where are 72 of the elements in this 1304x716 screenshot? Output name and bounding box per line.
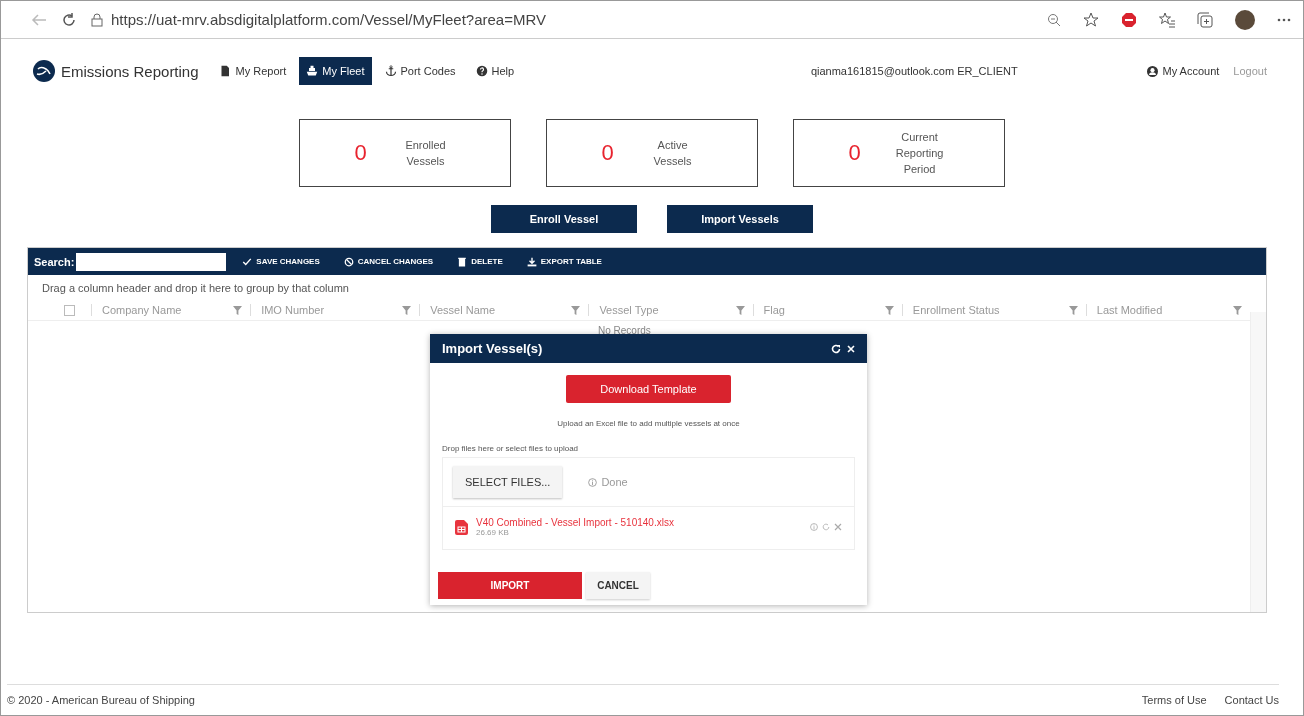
info-icon[interactable]	[810, 523, 818, 531]
toolbar-button[interactable]: SAVE CHANGES	[242, 256, 320, 267]
retry-icon[interactable]	[822, 523, 830, 531]
back-arrow-icon[interactable]	[31, 12, 47, 27]
download-icon	[526, 256, 537, 267]
nav-tab[interactable]: Port Codes	[377, 57, 463, 85]
favorites-icon[interactable]	[1159, 11, 1175, 28]
user-icon	[1147, 65, 1159, 77]
filter-icon[interactable]	[571, 305, 581, 315]
upload-hint: Upload an Excel file to add multiple vessels at once	[556, 419, 741, 428]
excel-file-icon	[455, 519, 468, 535]
nav-tab[interactable]: My Report	[212, 57, 294, 85]
nav-tab[interactable]: My Fleet	[299, 57, 372, 85]
filter-icon[interactable]	[1068, 305, 1078, 315]
search-field[interactable]	[76, 252, 227, 271]
check-icon	[242, 256, 253, 267]
more-icon[interactable]	[1277, 17, 1291, 22]
filter-icon[interactable]	[402, 305, 412, 315]
stat-label: Active Vessels	[652, 138, 693, 169]
file-size: 26.69 KB	[476, 528, 510, 537]
anchor-icon	[384, 65, 397, 77]
action-button[interactable]: Enroll Vessel	[491, 205, 637, 233]
avatar-icon[interactable]	[1235, 9, 1255, 30]
reload-icon[interactable]	[61, 11, 77, 28]
footer-link[interactable]: Contact Us	[1224, 694, 1279, 706]
address-bar[interactable]: https://uat-mrv.absdigitalplatform.com/Vessel/MyFleet?area=MRV	[111, 11, 547, 28]
zoom-icon[interactable]	[1047, 12, 1061, 27]
search-label: Search:	[34, 255, 75, 268]
download-template-button[interactable]: Download Template	[566, 375, 731, 403]
toolbar-button[interactable]: CANCEL CHANGES	[343, 256, 434, 267]
select-all-checkbox[interactable]	[64, 304, 75, 316]
ban-icon	[343, 256, 354, 267]
filter-icon[interactable]	[884, 305, 894, 315]
help-icon	[475, 65, 488, 77]
close-icon[interactable]	[847, 344, 855, 353]
lock-icon	[91, 12, 103, 27]
user-label: qianma161815@outlook.com ER_CLIENT	[809, 65, 1019, 77]
toolbar-button[interactable]: EXPORT TABLE	[526, 256, 602, 267]
copyright-text: © 2020 - American Bureau of Shipping	[7, 694, 196, 706]
app-title: Emissions Reporting	[61, 62, 199, 80]
ship-icon	[306, 65, 319, 77]
account-link[interactable]: My Account	[1147, 65, 1220, 77]
filter-icon[interactable]	[1233, 305, 1242, 315]
trash-icon	[457, 256, 468, 267]
stat-label: Current Reporting Period	[894, 130, 945, 177]
star-add-icon[interactable]	[1083, 11, 1099, 28]
drop-hint: Drop files here or select files to upload	[442, 444, 580, 453]
footer-link[interactable]: Terms of Use	[1141, 694, 1207, 706]
select-files-button[interactable]: SELECT FILES...	[453, 466, 563, 498]
stat-count: 0	[354, 140, 367, 166]
nav-tab[interactable]: Help	[468, 57, 522, 85]
globe-logo-icon	[33, 60, 55, 82]
import-button[interactable]: IMPORT	[438, 572, 582, 599]
group-hint: Drag a column header and drop it here to group by that column	[41, 281, 350, 296]
stat-label: Enrolled Vessels	[404, 138, 447, 169]
file-name: V40 Combined - Vessel Import - 510140.xlsx	[476, 517, 675, 528]
dialog-title: Import Vessel(s)	[442, 341, 544, 356]
upload-status: Done	[601, 476, 628, 488]
stop-sign-icon[interactable]	[1121, 11, 1137, 28]
cancel-button[interactable]: CANCEL	[586, 572, 650, 599]
document-icon	[219, 65, 232, 77]
stat-count: 0	[848, 140, 861, 166]
action-button[interactable]: Import Vessels	[667, 205, 813, 233]
refresh-icon[interactable]	[831, 343, 841, 354]
info-icon	[588, 477, 598, 487]
empty-message: No Records	[598, 325, 651, 336]
filter-icon[interactable]	[233, 305, 243, 315]
filter-icon[interactable]	[735, 305, 745, 315]
stat-count: 0	[601, 140, 614, 166]
remove-icon[interactable]	[834, 523, 842, 531]
collections-icon[interactable]	[1197, 11, 1213, 28]
toolbar-button[interactable]: DELETE	[457, 256, 503, 267]
